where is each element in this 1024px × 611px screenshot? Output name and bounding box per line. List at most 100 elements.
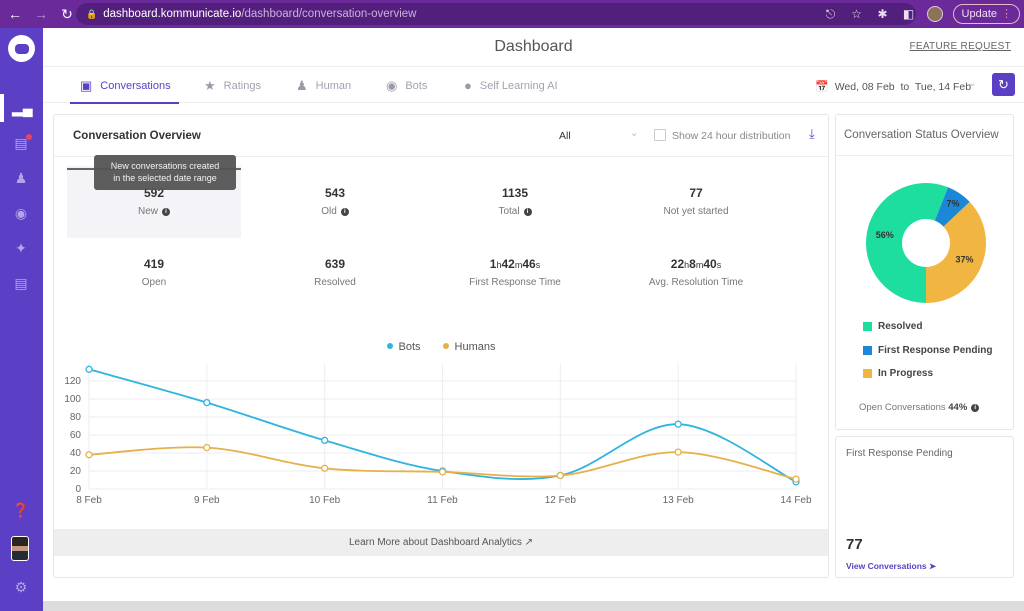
x-tick-label: 9 Feb: [194, 495, 220, 506]
legend-label: Resolved: [878, 321, 923, 332]
legend-dot: [386, 343, 393, 349]
chevron-down-icon[interactable]: ⌄: [968, 78, 976, 89]
download-icon[interactable]: ⤓: [809, 126, 815, 142]
tab-human[interactable]: ♟ Human: [296, 68, 351, 103]
legend-item-bots[interactable]: Bots: [386, 341, 421, 353]
users-icon: ♟: [14, 170, 28, 186]
learn-more-link[interactable]: Learn More about Dashboard Analytics ↗: [54, 529, 828, 556]
forward-icon[interactable]: →: [30, 6, 52, 22]
bar-chart-icon: ▂▄: [12, 100, 33, 116]
tab-bots[interactable]: ◉ Bots: [386, 68, 427, 103]
tab-label: Self Learning AI: [479, 79, 558, 92]
distribution-checkbox[interactable]: [654, 129, 666, 141]
page-header: Dashboard FEATURE REQUEST: [43, 28, 1024, 67]
stat-label: Old i: [248, 206, 422, 217]
stat-label: Open: [141, 277, 167, 288]
y-tick-label: 20: [70, 466, 82, 477]
star-icon[interactable]: ☆: [849, 7, 865, 21]
legend-item-first-response-pending[interactable]: First Response Pending: [863, 345, 992, 356]
share-icon[interactable]: ⎋: [823, 7, 839, 22]
reload-icon[interactable]: ↻: [56, 6, 78, 23]
stat-label: Not yet started: [663, 206, 729, 217]
tab-label: Ratings: [223, 79, 261, 92]
donut-chart: 56% 7% 37%: [866, 183, 986, 303]
stat-value: 419: [143, 257, 165, 271]
stat-not-yet-started: 77 Not yet started: [609, 166, 783, 238]
stat-first-response-time: 1h42m46s First Response Time: [428, 237, 602, 309]
extensions-icon[interactable]: ✱: [875, 7, 891, 21]
stat-old: 543 Old i: [248, 166, 422, 238]
data-point-humans: [203, 443, 211, 452]
legend-item-humans[interactable]: Humans: [442, 341, 496, 353]
card-title: First Response Pending: [846, 448, 953, 459]
tab-conversations[interactable]: ▣ Conversations: [70, 68, 179, 104]
stat-label: New i: [67, 206, 241, 217]
sidebar-item-settings[interactable]: ⚙: [12, 579, 30, 597]
update-label: Update: [961, 8, 997, 20]
lock-icon: 🔒: [86, 8, 98, 19]
active-indicator: [0, 94, 4, 122]
y-tick-label: 60: [70, 430, 82, 441]
first-response-pending-card: First Response Pending 77 View Conversat…: [835, 436, 1014, 578]
info-icon[interactable]: i: [523, 208, 532, 216]
calendar-icon: 📅: [815, 81, 829, 93]
data-point-humans: [674, 448, 682, 456]
sidebar-item-conversations[interactable]: ▤: [12, 134, 32, 153]
url-path: /dashboard/conversation-overview: [241, 8, 417, 20]
legend-item-resolved[interactable]: Resolved: [863, 321, 922, 332]
sidebar-item-help[interactable]: ❓: [12, 502, 30, 520]
chevron-down-icon[interactable]: ⌄: [630, 128, 638, 139]
conversation-overview-card: Conversation Overview All ⌄ Show 24 hour…: [53, 114, 829, 578]
stat-resolved: 639 Resolved: [248, 237, 422, 309]
data-point-humans: [85, 451, 93, 459]
sidebar-item-dashboard[interactable]: ▂▄: [12, 100, 33, 118]
filter-select[interactable]: All: [559, 130, 571, 142]
y-tick-label: 40: [70, 448, 82, 459]
date-range-text: Wed, 08 Feb to Tue, 14 Feb: [834, 80, 972, 93]
info-icon[interactable]: i: [162, 208, 170, 216]
stat-avg-resolution-time: 22h8m40s Avg. Resolution Time: [609, 237, 783, 309]
avatar[interactable]: [11, 536, 29, 561]
stat-value: 1135: [501, 186, 529, 200]
date-range-picker[interactable]: 📅 Wed, 08 Feb to Tue, 14 Feb: [815, 80, 972, 94]
tab-ratings[interactable]: ★ Ratings: [204, 68, 261, 103]
y-tick-label: 80: [70, 412, 82, 423]
stat-total: 1135 Total i: [428, 166, 602, 238]
data-point-humans: [556, 471, 564, 480]
legend-swatch: [863, 346, 872, 355]
sidebar-icon[interactable]: ◧: [901, 7, 917, 21]
sidebar-item-users[interactable]: ♟: [12, 170, 30, 188]
tab-self-learning-ai[interactable]: ● Self Learning AI: [464, 68, 558, 103]
address-bar[interactable]: 🔒 dashboard.kommunicate.io/dashboard/con…: [76, 3, 916, 25]
legend-dot: [442, 343, 449, 349]
kommunicate-logo[interactable]: [8, 35, 35, 62]
horizontal-scrollbar[interactable]: [43, 601, 1024, 611]
info-icon[interactable]: i: [340, 208, 349, 216]
url-host: dashboard.kommunicate.io: [103, 8, 242, 20]
sidebar-item-bots[interactable]: ◉: [12, 205, 30, 223]
stat-value: 543: [324, 186, 346, 200]
info-icon[interactable]: i: [971, 404, 980, 412]
view-conversations-link[interactable]: View Conversations ➤: [846, 561, 936, 572]
sidebar-item-integrations[interactable]: ✦: [12, 240, 30, 258]
x-tick-label: 10 Feb: [309, 495, 341, 506]
data-point-humans: [438, 468, 447, 476]
feature-request-link[interactable]: FEATURE REQUEST: [909, 41, 1011, 52]
card-title: Conversation Overview: [73, 130, 201, 142]
legend-label: In Progress: [878, 368, 934, 379]
update-button[interactable]: Update ⋮: [952, 4, 1020, 24]
data-point-bots: [85, 365, 93, 373]
notification-badge: [26, 134, 32, 140]
link-label: View Conversations: [846, 561, 927, 571]
legend-item-in-progress[interactable]: In Progress: [863, 368, 933, 379]
sidebar-item-reports[interactable]: ▤: [12, 275, 30, 293]
legend-label: Humans: [454, 341, 496, 353]
profile-icon[interactable]: [926, 6, 943, 22]
settings-icon: ⚙: [14, 579, 28, 595]
back-icon[interactable]: ←: [4, 6, 26, 22]
stat-value: 22h8m40s: [670, 257, 722, 271]
integrations-icon: ✦: [15, 240, 27, 256]
data-point-humans: [792, 475, 800, 483]
refresh-button[interactable]: ↻: [992, 73, 1015, 96]
distribution-checkbox-label[interactable]: Show 24 hour distribution: [672, 130, 791, 142]
